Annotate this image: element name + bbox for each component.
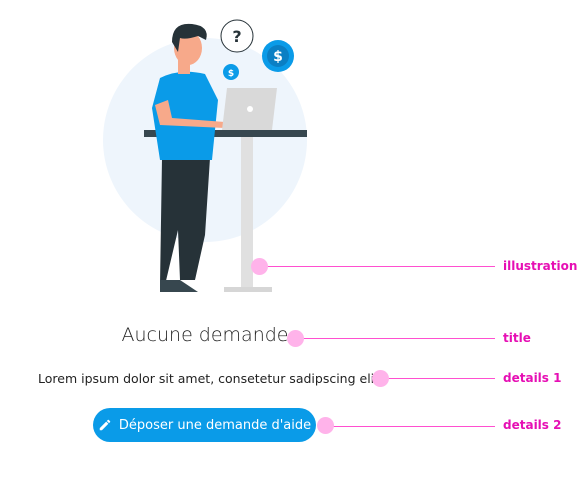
pencil-icon [99,419,111,431]
laptop-logo [247,106,253,112]
person-legs [160,158,210,285]
empty-state-details: Lorem ipsum dolor sit amet, consetetur s… [38,371,385,386]
annotation-dot-details1 [372,370,389,387]
illustration: ? $ $ [103,19,307,292]
annotation-dot-title [287,330,304,347]
annotation-label-title: title [503,331,531,345]
coin-small-symbol: $ [228,69,234,79]
annotation-line-details1 [383,378,495,379]
question-mark: ? [232,27,241,46]
annotation-label-details2: details 2 [503,418,562,432]
annotation-line-illustration [262,266,495,267]
annotation-line-details2 [328,426,495,427]
desk-base [224,287,272,292]
person-shoes [160,280,198,292]
annotation-label-illustration: illustration [503,259,578,273]
button-label: Déposer une demande d'aide [118,417,312,433]
submit-help-request-button[interactable]: Déposer une demande d'aide [93,408,316,442]
empty-state-title: Aucune demande [121,324,289,346]
annotation-dot-details2 [317,417,334,434]
annotation-label-details1: details 1 [503,371,562,385]
coin-large-symbol: $ [273,49,283,65]
annotation-dot-illustration [251,258,268,275]
annotation-line-title [298,338,495,339]
